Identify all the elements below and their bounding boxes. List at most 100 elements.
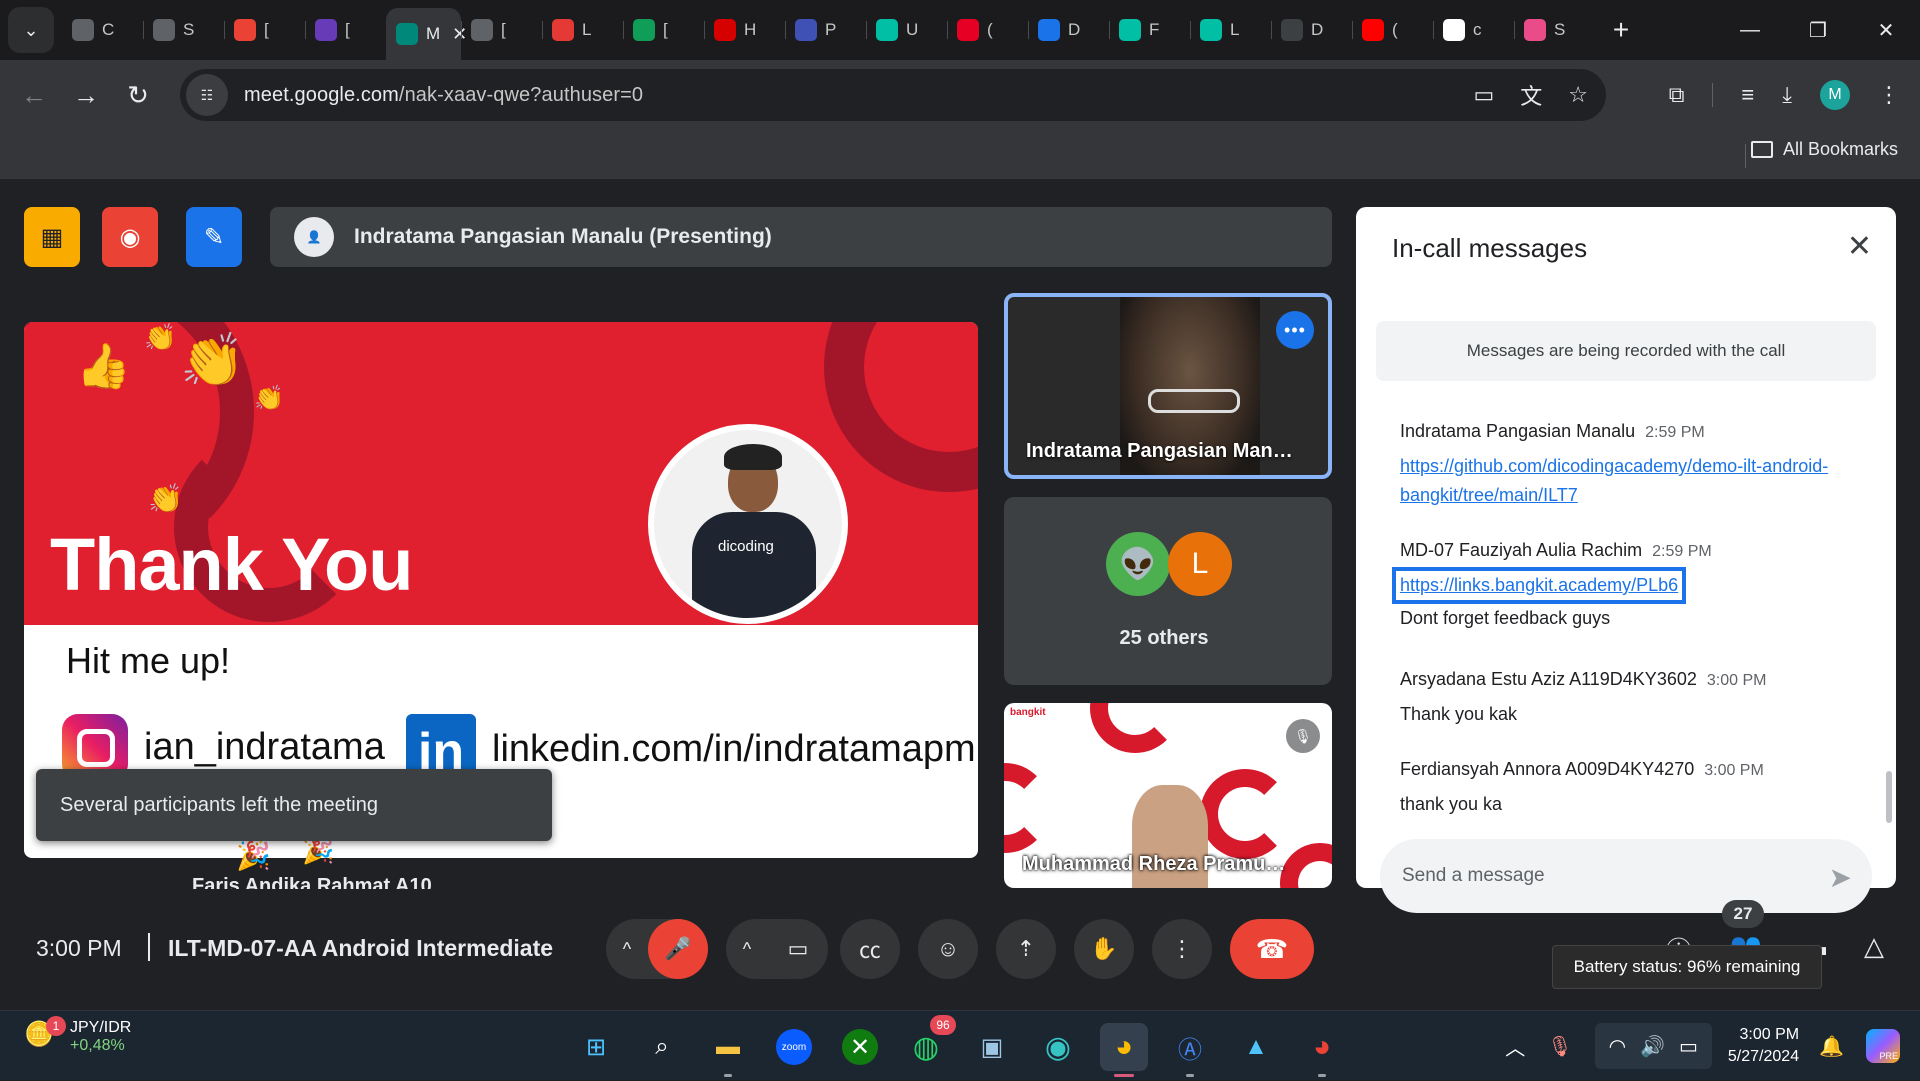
site-info-icon[interactable]: ☷ xyxy=(186,74,228,116)
message-time: 2:59 PM xyxy=(1645,424,1705,441)
settings-ring-icon xyxy=(153,19,175,41)
chat-scrollbar[interactable] xyxy=(1886,771,1892,823)
photos-button[interactable]: ▲ xyxy=(1232,1023,1280,1071)
currency-widget[interactable]: 🪙 1 JPY/IDR +0,48% xyxy=(24,1016,131,1055)
play-icon xyxy=(1281,19,1303,41)
browser-tab[interactable]: L xyxy=(1190,8,1271,52)
browser-tab[interactable]: D xyxy=(1271,8,1352,52)
camera-icon[interactable]: ▭ xyxy=(1473,82,1494,108)
browser-tab[interactable]: [ xyxy=(461,8,542,52)
camera-options-chevron-icon[interactable]: ^ xyxy=(726,939,768,960)
browser-tab[interactable]: C xyxy=(62,8,143,52)
notification-bell-icon[interactable]: 🔔 xyxy=(1819,1034,1844,1059)
tab-search-button[interactable]: ⌄ xyxy=(8,7,54,53)
message-time: 3:00 PM xyxy=(1706,672,1767,689)
alien-avatar: 👽 xyxy=(1106,532,1170,596)
browser-tab[interactable]: L xyxy=(542,8,623,52)
message-sender: Indratama Pangasian Manalu xyxy=(1400,421,1636,441)
zoom-icon: zoom xyxy=(776,1029,812,1065)
leave-call-button[interactable]: ☎ xyxy=(1230,919,1314,979)
camera-toggle-button[interactable]: ▭ xyxy=(768,919,828,979)
all-bookmarks-button[interactable]: All Bookmarks xyxy=(1750,139,1898,160)
participant-avatar: L xyxy=(1168,532,1232,596)
app-button[interactable]: Ⓐ xyxy=(1166,1023,1214,1077)
captions-off-button[interactable]: ▦ xyxy=(24,207,80,267)
start-button[interactable]: ⊞ xyxy=(572,1023,620,1071)
copilot-button[interactable]: PRE xyxy=(1866,1029,1900,1063)
reading-list-icon[interactable]: ≡ xyxy=(1741,82,1754,108)
instagram-handle: ian_indratama xyxy=(144,725,385,768)
others-tile[interactable]: 👽 L 25 others xyxy=(1004,497,1332,685)
browser-tab[interactable]: [ xyxy=(224,8,305,52)
activities-icon[interactable]: △ xyxy=(1864,931,1884,968)
edge-button[interactable]: ◉ xyxy=(1034,1023,1082,1071)
browser-tab[interactable]: M ✕ xyxy=(386,8,467,60)
message-input[interactable]: Send a message ➤ xyxy=(1380,839,1872,913)
restore-button[interactable]: ❐ xyxy=(1784,0,1852,60)
minimize-button[interactable]: — xyxy=(1716,0,1784,60)
decor-ring xyxy=(1090,703,1180,753)
address-bar[interactable]: ☷ meet.google.com/nak-xaav-qwe?authuser=… xyxy=(180,69,1606,121)
browser-tab[interactable]: P xyxy=(785,8,866,52)
participant-tile[interactable]: bangkit 🎙 Muhammad Rheza Pramudya xyxy=(1004,703,1332,888)
whatsapp-button[interactable]: ◍ 96 xyxy=(902,1015,956,1071)
browser-tab[interactable]: [ xyxy=(623,8,704,52)
presenting-bar[interactable]: 👤 Indratama Pangasian Manalu (Presenting… xyxy=(270,207,1332,267)
film-off-icon: ▦ xyxy=(40,223,64,251)
recording-button[interactable]: ◉ xyxy=(102,207,158,267)
close-panel-icon[interactable]: ✕ xyxy=(1847,229,1872,264)
app-button[interactable]: ▣ xyxy=(968,1023,1016,1071)
forward-button[interactable]: → xyxy=(60,69,112,121)
new-tab-button[interactable]: + xyxy=(1601,10,1641,50)
mic-toggle-button[interactable]: 🎤 xyxy=(648,919,708,979)
chevron-up-icon[interactable]: ︿ xyxy=(1505,1032,1525,1061)
browser-tab[interactable]: ( xyxy=(947,8,1028,52)
bookmark-star-icon[interactable]: ☆ xyxy=(1568,82,1588,108)
browser-tab[interactable]: c xyxy=(1433,8,1514,52)
xbox-icon: ✕ xyxy=(842,1029,878,1065)
back-button[interactable]: ← xyxy=(8,69,60,121)
download-icon[interactable]: ⤓ xyxy=(1782,82,1792,108)
file-explorer-button[interactable]: ▬ xyxy=(704,1023,752,1077)
more-options-button[interactable]: ⋮ xyxy=(1152,919,1212,979)
extensions-icon[interactable]: ⧉ xyxy=(1669,82,1685,108)
more-options-icon[interactable]: ••• xyxy=(1276,311,1314,349)
presenter-tile[interactable]: ••• Indratama Pangasian Manalu xyxy=(1004,293,1332,479)
search-button[interactable]: ⌕ xyxy=(638,1023,686,1071)
browser-tab[interactable]: F xyxy=(1109,8,1190,52)
browser-tab[interactable]: S xyxy=(1514,8,1595,52)
microphone-icon[interactable]: 🎙 xyxy=(1547,1034,1572,1059)
browser-tab[interactable]: [ xyxy=(305,8,386,52)
translate-icon[interactable]: 文 xyxy=(1520,79,1542,111)
captions-button[interactable]: ㏄ xyxy=(840,919,900,979)
quick-settings[interactable]: ◠ 🔊 ▭ xyxy=(1594,1023,1712,1069)
divider xyxy=(148,933,150,961)
taskbar-clock[interactable]: 3:00 PM 5/27/2024 xyxy=(1728,1024,1799,1068)
google-icon xyxy=(1443,19,1465,41)
reactions-button[interactable]: ☺ xyxy=(918,919,978,979)
windows-taskbar: 🪙 1 JPY/IDR +0,48% ⊞ ⌕ ▬ zoom ✕ ◍ 96 ▣ ◉ ◕… xyxy=(0,1010,1920,1080)
chrome-button[interactable]: ◕ xyxy=(1100,1023,1148,1077)
browser-tab[interactable]: ( xyxy=(1352,8,1433,52)
reload-button[interactable]: ↻ xyxy=(112,69,164,121)
browser-tab[interactable]: U xyxy=(866,8,947,52)
url-text[interactable]: meet.google.com/nak-xaav-qwe?authuser=0 xyxy=(244,84,643,107)
whiteboard-button[interactable]: ✎ xyxy=(186,207,242,267)
browser-tab[interactable]: S xyxy=(143,8,224,52)
chrome-profile-button[interactable]: ◕ xyxy=(1298,1023,1346,1077)
browser-tab[interactable]: D xyxy=(1028,8,1109,52)
close-window-button[interactable]: ✕ xyxy=(1852,0,1920,60)
browser-tab[interactable]: H xyxy=(704,8,785,52)
mic-options-chevron-icon[interactable]: ^ xyxy=(606,939,648,960)
profile-avatar[interactable]: M xyxy=(1820,80,1850,110)
send-icon[interactable]: ➤ xyxy=(1829,861,1852,894)
xbox-button[interactable]: ✕ xyxy=(836,1023,884,1071)
present-button[interactable]: ⇡ xyxy=(996,919,1056,979)
url-host: meet.google.com xyxy=(244,83,399,106)
tabs: C S [[M ✕ [L [H P U (D F L D (c S xyxy=(62,0,1595,60)
message-link[interactable]: https://links.bangkit.academy/PLb6 xyxy=(1391,567,1687,604)
menu-dots-icon[interactable]: ⋮ xyxy=(1878,82,1900,108)
message-link[interactable]: https://github.com/dicodingacademy/demo-… xyxy=(1400,456,1828,505)
raise-hand-button[interactable]: ✋ xyxy=(1074,919,1134,979)
zoom-button[interactable]: zoom xyxy=(770,1023,818,1071)
